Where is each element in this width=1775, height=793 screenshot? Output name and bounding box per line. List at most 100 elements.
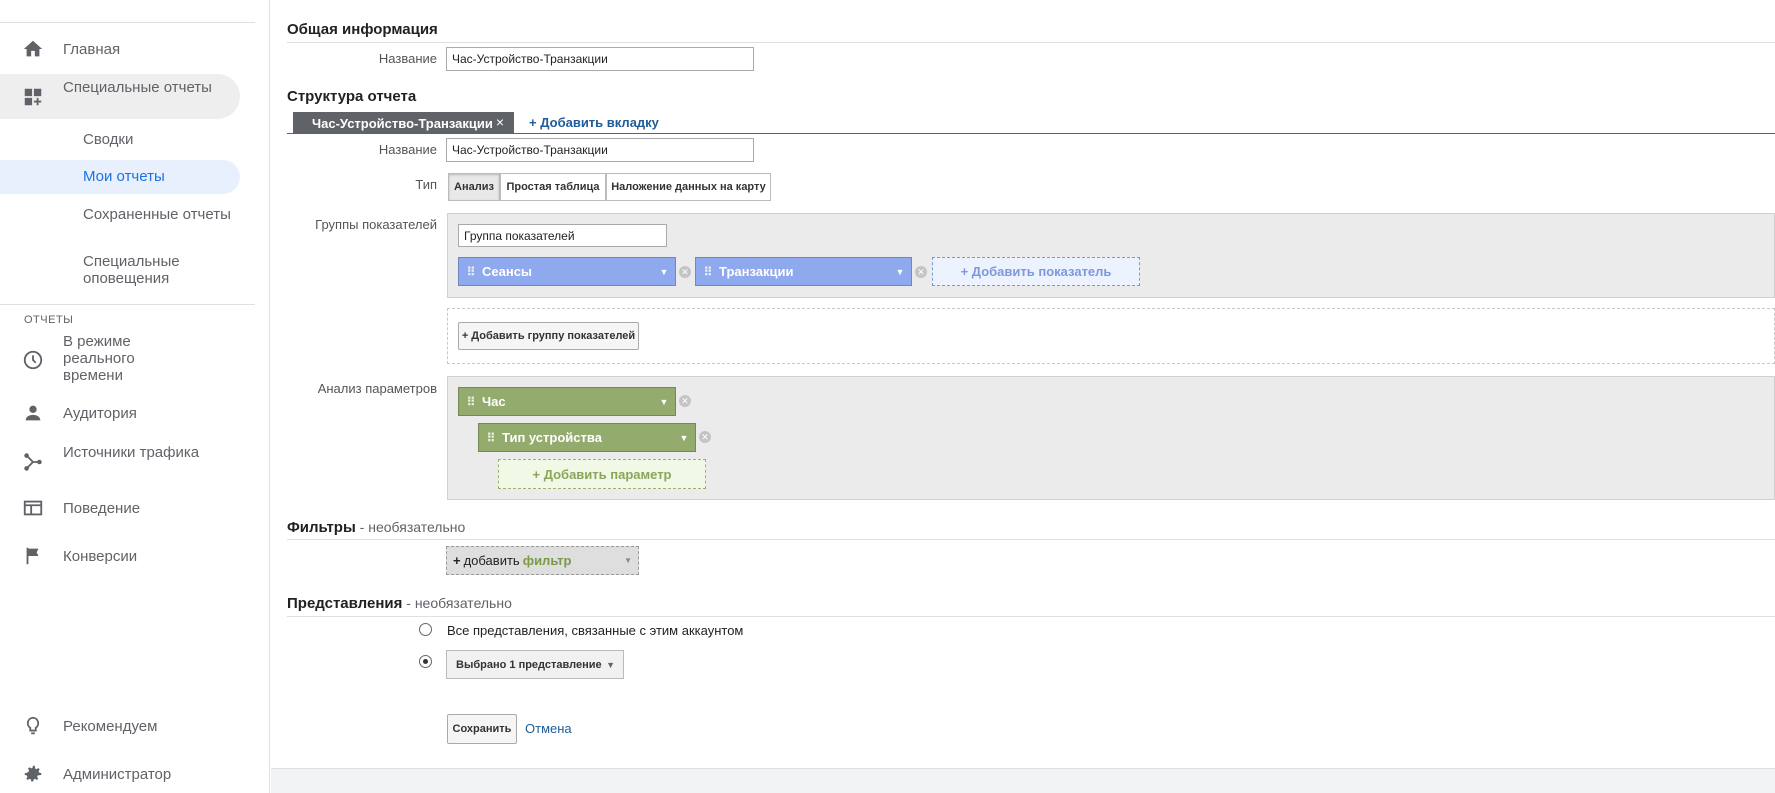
sub-item-overview[interactable]: Сводки (0, 128, 240, 152)
add-metric-group-panel (447, 308, 1775, 364)
chevron-down-icon[interactable]: ▼ (653, 397, 675, 407)
drag-handle-icon[interactable]: ⠿ (459, 395, 481, 409)
nav-audience-label: Аудитория (63, 405, 137, 422)
sub-item-custom-alerts[interactable]: Специальные оповещения (0, 253, 240, 289)
name-label: Название (378, 51, 437, 66)
add-metric-group-button[interactable]: + Добавить группу показателей (458, 322, 639, 350)
metric-group-name-input[interactable] (458, 224, 667, 247)
views-heading-text: Представления (287, 595, 403, 612)
report-tab[interactable]: Час-Устройство-Транзакции × (293, 112, 514, 134)
divider (0, 22, 255, 23)
lightbulb-icon (21, 714, 45, 738)
remove-metric-icon[interactable]: ✕ (915, 266, 927, 278)
nav-realtime-label: В режиме реального времени (63, 333, 135, 384)
nav-custom-reports-label: Специальные отчеты (63, 79, 212, 96)
dimension-chip-label: Тип устройства (502, 430, 602, 445)
dimension-chip[interactable]: ⠿ Тип устройства ▼ (478, 423, 696, 452)
sub-item-label: Сохраненные отчеты (83, 206, 231, 223)
type-flat-table-button[interactable]: Простая таблица (500, 173, 606, 201)
divider (0, 304, 255, 305)
cancel-link[interactable]: Отмена (525, 721, 572, 736)
add-dimension-button[interactable]: + Добавить параметр (498, 459, 706, 489)
remove-dimension-icon[interactable]: ✕ (699, 431, 711, 443)
sub-item-saved-reports[interactable]: Сохраненные отчеты (0, 206, 240, 242)
all-views-radio[interactable] (419, 623, 432, 636)
nav-conversions-label: Конверсии (63, 548, 138, 565)
remove-metric-icon[interactable]: ✕ (679, 266, 691, 278)
nav-behavior[interactable]: Поведение (0, 496, 240, 520)
dashboard-add-icon (21, 85, 45, 109)
metric-chip[interactable]: ⠿ Транзакции ▼ (695, 257, 912, 286)
chevron-down-icon: ▼ (624, 556, 632, 565)
drag-handle-icon[interactable]: ⠿ (479, 431, 501, 445)
optional-text: - необязательно (402, 595, 512, 611)
nav-audience[interactable]: Аудитория (0, 401, 240, 425)
remove-dimension-icon[interactable]: ✕ (679, 395, 691, 407)
report-structure-heading: Структура отчета (287, 88, 417, 105)
nav-realtime[interactable]: В режиме реального времени (0, 333, 240, 385)
home-icon (21, 37, 45, 61)
chevron-down-icon[interactable]: ▼ (673, 433, 695, 443)
nav-acquisition[interactable]: Источники трафика (0, 443, 240, 479)
chevron-down-icon[interactable]: ▼ (653, 267, 675, 277)
window-icon (21, 496, 45, 520)
add-metric-button[interactable]: + Добавить показатель (932, 257, 1140, 286)
flag-icon (21, 544, 45, 568)
nav-home[interactable]: Главная (0, 37, 240, 61)
views-heading: Представления - необязательно (287, 595, 512, 612)
sub-item-label: Мои отчеты (83, 168, 165, 185)
metric-chip-label: Транзакции (719, 264, 794, 279)
all-views-label: Все представления, связанные с этим акка… (447, 623, 744, 638)
nav-conversions[interactable]: Конверсии (0, 544, 240, 568)
divider (287, 616, 1775, 617)
nav-discover-label: Рекомендуем (63, 718, 158, 735)
optional-text: - необязательно (355, 519, 466, 535)
type-explorer-button[interactable]: Анализ (448, 173, 500, 201)
metric-groups-label: Группы показателей (315, 217, 437, 232)
divider (287, 42, 1775, 43)
report-name-input[interactable] (446, 47, 754, 71)
divider (287, 133, 1775, 134)
close-tab-icon[interactable]: × (496, 114, 504, 130)
acquisition-icon (21, 450, 45, 474)
tab-name-input[interactable] (446, 138, 754, 162)
dimension-chip[interactable]: ⠿ Час ▼ (458, 387, 676, 416)
chevron-down-icon[interactable]: ▼ (889, 267, 911, 277)
nav-admin[interactable]: Администратор (0, 762, 240, 786)
filters-heading: Фильтры - необязательно (287, 519, 465, 536)
add-filter-button[interactable]: + добавить фильтр ▼ (446, 546, 639, 575)
nav-discover[interactable]: Рекомендуем (0, 714, 240, 738)
add-tab-link[interactable]: + Добавить вкладку (529, 115, 659, 130)
dimension-chip-label: Час (482, 394, 506, 409)
reports-section-label: ОТЧЕТЫ (24, 314, 74, 326)
selected-views-radio[interactable] (419, 655, 432, 668)
clock-icon (21, 348, 45, 372)
tab-name-label: Название (378, 142, 437, 157)
general-info-heading: Общая информация (287, 21, 438, 38)
sub-item-label: Специальные оповещения (83, 253, 180, 287)
sub-item-my-reports[interactable]: Мои отчеты (0, 160, 240, 194)
sidebar: Главная Специальные отчеты Сводки Мои от… (0, 0, 270, 793)
gear-icon (21, 762, 45, 786)
plus-icon: + (453, 553, 461, 568)
nav-behavior-label: Поведение (63, 500, 141, 517)
divider (287, 539, 1775, 540)
person-icon (21, 401, 45, 425)
sub-item-label: Сводки (83, 131, 134, 148)
dimension-drilldowns-label: Анализ параметров (317, 381, 437, 396)
metric-chip[interactable]: ⠿ Сеансы ▼ (458, 257, 676, 286)
nav-home-label: Главная (63, 41, 121, 58)
chevron-down-icon: ▼ (606, 659, 615, 670)
add-filter-word: добавить (463, 553, 520, 568)
footer-bar (271, 768, 1775, 793)
save-button[interactable]: Сохранить (447, 714, 517, 744)
nav-custom-reports[interactable]: Специальные отчеты (0, 74, 240, 119)
views-select-label: Выбрано 1 представление (456, 658, 602, 671)
report-tab-label: Час-Устройство-Транзакции (312, 115, 493, 131)
drag-handle-icon[interactable]: ⠿ (459, 265, 481, 279)
views-select[interactable]: Выбрано 1 представление ▼ (446, 650, 624, 679)
type-map-overlay-button[interactable]: Наложение данных на карту (606, 173, 771, 201)
nav-acquisition-label: Источники трафика (63, 444, 200, 461)
drag-handle-icon[interactable]: ⠿ (696, 265, 718, 279)
add-filter-label: фильтр (522, 553, 572, 568)
